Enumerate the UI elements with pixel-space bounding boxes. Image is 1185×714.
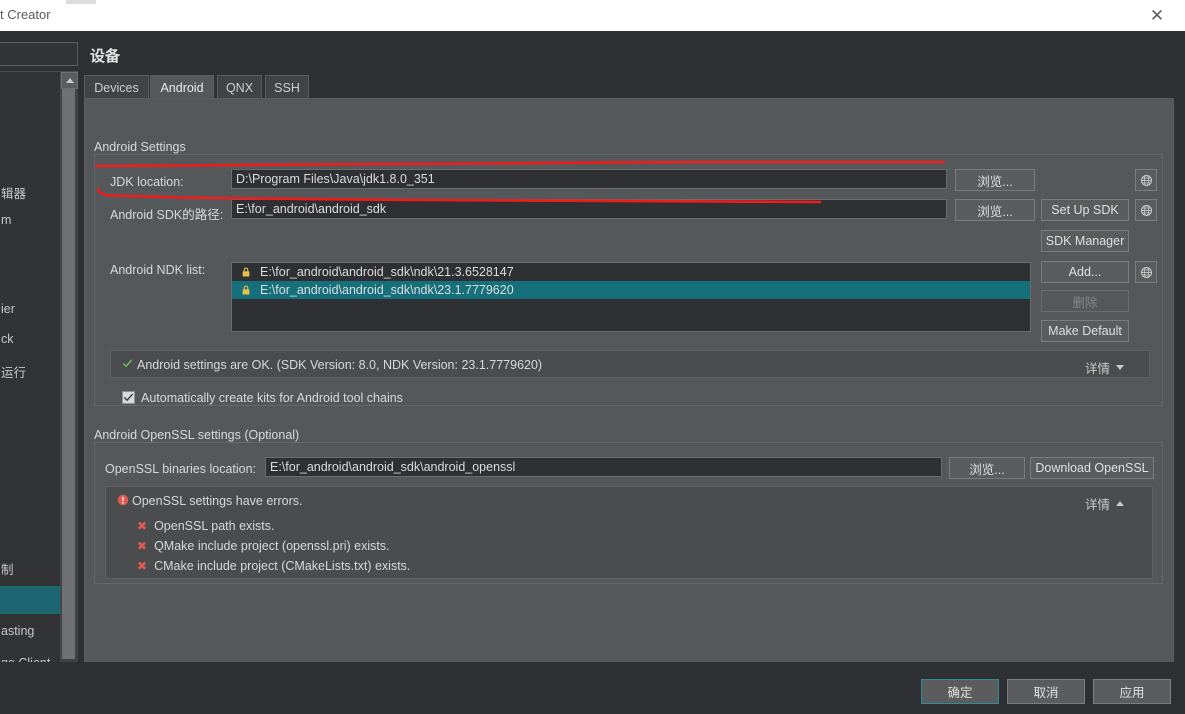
auto-create-kits-checkbox[interactable] xyxy=(122,391,135,404)
android-ndk-list-label: Android NDK list: xyxy=(110,263,206,277)
sidebar-item-4[interactable]: 运行 xyxy=(1,362,26,381)
sidebar-item-2[interactable]: ier xyxy=(1,302,15,316)
list-item[interactable]: E:\for_android\android_sdk\ndk\21.3.6528… xyxy=(232,263,1030,281)
openssl-binaries-label: OpenSSL binaries location: xyxy=(105,462,257,476)
download-openssl-button[interactable]: Download OpenSSL xyxy=(1030,457,1154,479)
scroll-up-icon[interactable] xyxy=(61,72,78,89)
openssl-error-row-1: ✖ QMake include project (openssl.pri) ex… xyxy=(137,539,390,553)
globe-icon-sdk[interactable] xyxy=(1135,199,1157,221)
list-item-label: E:\for_android\android_sdk\ndk\23.1.7779… xyxy=(260,283,514,297)
left-navigation-panel: 辑器 m ier ck 运行 制 asting ge Client xyxy=(0,31,78,683)
x-icon: ✖ xyxy=(137,559,148,573)
sidebar-scrollbar[interactable] xyxy=(60,71,78,681)
x-icon: ✖ xyxy=(137,519,148,533)
sdk-manager-button[interactable]: SDK Manager xyxy=(1041,230,1129,252)
tree-item-selected-highlight xyxy=(0,586,65,614)
globe-icon-jdk[interactable] xyxy=(1135,169,1157,191)
android-settings-group-title: Android Settings xyxy=(94,140,186,154)
sdk-browse-button[interactable]: 浏览... xyxy=(955,199,1035,221)
titlebar-tab-stub xyxy=(66,0,96,4)
auto-create-kits-label: Automatically create kits for Android to… xyxy=(141,391,403,405)
window-titlebar: t Creator ✕ xyxy=(0,0,1185,31)
android-ndk-list[interactable]: E:\for_android\android_sdk\ndk\21.3.6528… xyxy=(231,262,1031,332)
chevron-up-icon xyxy=(1116,501,1125,506)
android-details-toggle[interactable]: 详情 xyxy=(1085,358,1125,377)
tab-android[interactable]: Android xyxy=(150,75,214,99)
jdk-browse-button[interactable]: 浏览... xyxy=(955,169,1035,191)
settings-category-tree: 辑器 m ier ck 运行 制 asting ge Client xyxy=(0,71,65,681)
android-details-label: 详情 xyxy=(1085,362,1111,376)
page-title: 设备 xyxy=(90,48,121,65)
android-status-text: Android settings are OK. (SDK Version: 8… xyxy=(137,358,543,372)
add-ndk-button[interactable]: Add... xyxy=(1041,261,1129,283)
openssl-error-title: OpenSSL settings have errors. xyxy=(132,494,303,508)
tab-qnx[interactable]: QNX xyxy=(217,75,262,99)
set-up-sdk-button[interactable]: Set Up SDK xyxy=(1041,199,1129,221)
ok-button[interactable]: 确定 xyxy=(921,679,999,704)
app-window: t Creator ✕ 辑器 m ier ck 运行 制 asting ge C… xyxy=(0,0,1185,714)
window-title: t Creator xyxy=(0,7,51,22)
sidebar-item-7[interactable]: asting xyxy=(1,624,34,638)
apply-button[interactable]: 应用 xyxy=(1093,679,1171,704)
openssl-error-label-0: OpenSSL path exists. xyxy=(154,519,275,533)
list-item-label: E:\for_android\android_sdk\ndk\21.3.6528… xyxy=(260,265,514,279)
openssl-browse-button[interactable]: 浏览... xyxy=(949,457,1025,479)
chevron-down-icon xyxy=(1116,365,1125,370)
error-icon xyxy=(117,494,129,506)
check-icon xyxy=(124,393,133,401)
x-icon: ✖ xyxy=(137,539,148,553)
tab-ssh[interactable]: SSH xyxy=(265,75,309,99)
openssl-error-row-0: ✖ OpenSSL path exists. xyxy=(137,519,275,533)
openssl-details-toggle[interactable]: 详情 xyxy=(1085,494,1125,513)
openssl-binaries-input[interactable]: E:\for_android\android_sdk\android_opens… xyxy=(265,457,942,477)
list-item[interactable]: E:\for_android\android_sdk\ndk\23.1.7779… xyxy=(232,281,1030,299)
check-icon xyxy=(122,359,133,367)
tab-devices[interactable]: Devices xyxy=(84,75,149,99)
sidebar-item-5[interactable]: 制 xyxy=(1,559,14,578)
jdk-location-label: JDK location: xyxy=(110,175,184,189)
globe-icon-ndk[interactable] xyxy=(1135,261,1157,283)
openssl-error-row-2: ✖ CMake include project (CMakeLists.txt)… xyxy=(137,559,410,573)
sidebar-item-1[interactable]: m xyxy=(1,213,11,227)
remove-ndk-button: 删除 xyxy=(1041,290,1129,312)
cancel-button[interactable]: 取消 xyxy=(1007,679,1085,704)
close-icon[interactable]: ✕ xyxy=(1135,0,1179,31)
jdk-location-input[interactable]: D:\Program Files\Java\jdk1.8.0_351 xyxy=(231,169,947,189)
android-tab-pane: Android Settings JDK location: D:\Progra… xyxy=(84,98,1174,664)
openssl-error-label-2: CMake include project (CMakeLists.txt) e… xyxy=(154,559,411,573)
android-sdk-path-input[interactable]: E:\for_android\android_sdk xyxy=(231,199,947,219)
settings-dialog: 设备 Devices Android QNX SSH Android Setti… xyxy=(78,31,1185,714)
lock-icon xyxy=(242,267,250,277)
openssl-details-label: 详情 xyxy=(1085,498,1111,512)
scrollbar-thumb[interactable] xyxy=(62,89,75,659)
sidebar-item-0[interactable]: 辑器 xyxy=(1,183,26,202)
search-input[interactable] xyxy=(0,42,78,66)
make-default-button[interactable]: Make Default xyxy=(1041,320,1129,342)
android-sdk-path-label: Android SDK的路径: xyxy=(110,208,224,222)
openssl-group-title: Android OpenSSL settings (Optional) xyxy=(94,428,300,442)
sidebar-item-3[interactable]: ck xyxy=(1,332,14,346)
tab-bar: Devices Android QNX SSH xyxy=(84,75,1174,99)
openssl-error-label-1: QMake include project (openssl.pri) exis… xyxy=(154,539,390,553)
lock-icon xyxy=(242,285,250,295)
dialog-footer: 确定 取消 应用 xyxy=(0,662,1185,714)
